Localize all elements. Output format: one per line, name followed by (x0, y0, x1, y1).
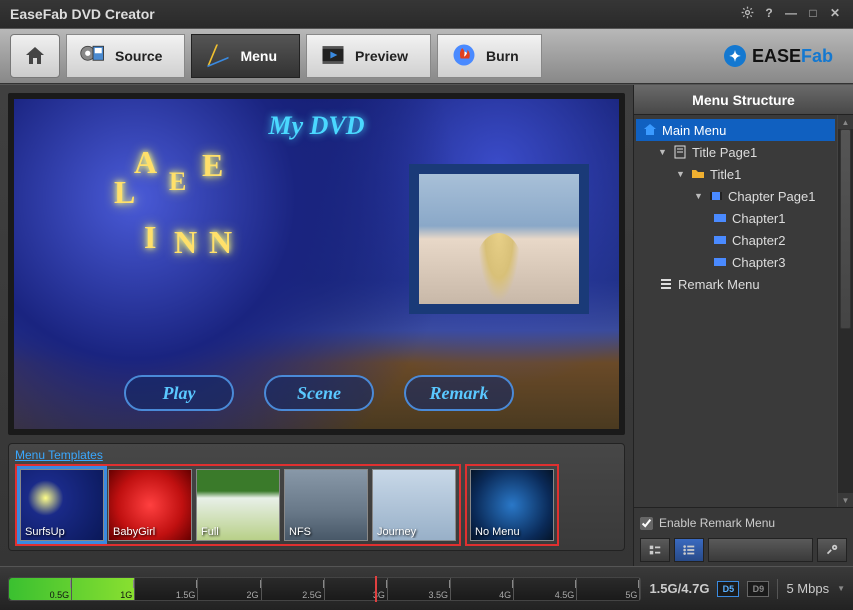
chevron-down-icon[interactable]: ▼ (676, 169, 686, 179)
list-icon (658, 277, 674, 291)
tab-burn-label: Burn (486, 48, 519, 64)
menu-preview: A L E E I N N My DVD Play Scene Remark (8, 93, 625, 435)
tree-title-page1[interactable]: ▼ Title Page1 (636, 141, 835, 163)
workspace: T 16:9 A L E E I N N My DVD Play Scene R… (0, 84, 853, 566)
enable-remark-label: Enable Remark Menu (659, 516, 775, 530)
templates-label[interactable]: Menu Templates (15, 448, 618, 462)
rate-dropdown-icon[interactable]: ▼ (837, 584, 845, 593)
menu-icon (204, 41, 232, 72)
tab-menu-label: Menu (240, 48, 277, 64)
settings-button[interactable] (817, 538, 847, 562)
tree-remark-menu[interactable]: Remark Menu (636, 273, 835, 295)
panel-header: Menu Structure (634, 85, 853, 115)
structure-tree: Main Menu ▼ Title Page1 ▼ Title1 ▼ Chapt… (634, 115, 837, 507)
spacer-button (708, 538, 813, 562)
close-icon[interactable]: ✕ (827, 6, 843, 22)
template-surfsup[interactable]: SurfsUp (20, 469, 104, 541)
view-list-button[interactable] (674, 538, 704, 562)
template-nomenu[interactable]: No Menu (470, 469, 554, 541)
templates-group-nomenu: No Menu (465, 464, 559, 546)
bitrate: 5 Mbps (786, 581, 829, 596)
tree-chapter3[interactable]: Chapter3 (636, 251, 835, 273)
video-thumbnail[interactable] (409, 164, 589, 314)
main-toolbar: Source Menu Preview Burn ✦ EASEFab (0, 28, 853, 84)
templates-panel: Menu Templates SurfsUp BabyGirl Full NFS… (8, 443, 625, 551)
tab-menu[interactable]: Menu (191, 34, 300, 78)
scroll-thumb[interactable] (840, 129, 851, 329)
tree-title1[interactable]: ▼ Title1 (636, 163, 835, 185)
enable-remark-checkbox[interactable] (640, 517, 653, 530)
chevron-down-icon[interactable]: ▼ (694, 191, 704, 201)
disc-size: 1.5G/4.7G (649, 581, 709, 596)
app-title: EaseFab DVD Creator (10, 6, 155, 22)
help-icon[interactable]: ? (761, 6, 777, 22)
burn-icon (450, 41, 478, 72)
size-gauge[interactable]: 0.5G 1G 1.5G 2G 2.5G 3G 3.5G 4G 4.5G 5G (8, 577, 641, 601)
menu-remark-button[interactable]: Remark (404, 375, 514, 411)
gauge-ticks: 0.5G 1G 1.5G 2G 2.5G 3G 3.5G 4G 4.5G 5G (9, 578, 640, 600)
scroll-up-icon[interactable]: ▲ (838, 115, 853, 129)
gauge-marker (375, 576, 377, 602)
home-button[interactable] (10, 34, 60, 78)
menu-play-button[interactable]: Play (124, 375, 234, 411)
d9-badge[interactable]: D9 (747, 581, 769, 597)
tree-main-menu[interactable]: Main Menu (636, 119, 835, 141)
menu-scene-button[interactable]: Scene (264, 375, 374, 411)
tree-chapter1[interactable]: Chapter1 (636, 207, 835, 229)
tab-preview[interactable]: Preview (306, 34, 431, 78)
tree-scrollbar[interactable]: ▲ ▼ (837, 115, 853, 507)
templates-group-themes: SurfsUp BabyGirl Full NFS Journey (15, 464, 461, 546)
template-full[interactable]: Full (196, 469, 280, 541)
template-journey[interactable]: Journey (372, 469, 456, 541)
clip-icon (708, 189, 724, 203)
folder-icon (690, 167, 706, 181)
minimize-icon[interactable]: — (783, 6, 799, 22)
d5-badge[interactable]: D5 (717, 581, 739, 597)
menu-structure-panel: Menu Structure Main Menu ▼ Title Page1 ▼… (633, 85, 853, 566)
clip-icon (712, 255, 728, 269)
preview-icon (319, 41, 347, 72)
title-bar: EaseFab DVD Creator ? — □ ✕ (0, 0, 853, 28)
home-icon (642, 123, 658, 137)
page-icon (672, 145, 688, 159)
brand-logo: ✦ EASEFab (724, 45, 843, 67)
tab-source[interactable]: Source (66, 34, 185, 78)
source-icon (79, 41, 107, 72)
tree-chapter-page1[interactable]: ▼ Chapter Page1 (636, 185, 835, 207)
tab-burn[interactable]: Burn (437, 34, 542, 78)
scroll-down-icon[interactable]: ▼ (838, 493, 853, 507)
clip-icon (712, 233, 728, 247)
status-bar: 0.5G 1G 1.5G 2G 2.5G 3G 3.5G 4G 4.5G 5G … (0, 566, 853, 610)
brand-icon: ✦ (724, 45, 746, 67)
tab-source-label: Source (115, 48, 162, 64)
template-nfs[interactable]: NFS (284, 469, 368, 541)
view-thumb-button[interactable] (640, 538, 670, 562)
settings-icon[interactable] (739, 6, 755, 22)
tab-preview-label: Preview (355, 48, 408, 64)
template-babygirl[interactable]: BabyGirl (108, 469, 192, 541)
dvd-title[interactable]: My DVD (14, 111, 619, 141)
maximize-icon[interactable]: □ (805, 6, 821, 22)
clip-icon (712, 211, 728, 225)
chevron-down-icon[interactable]: ▼ (658, 147, 668, 157)
tree-chapter2[interactable]: Chapter2 (636, 229, 835, 251)
